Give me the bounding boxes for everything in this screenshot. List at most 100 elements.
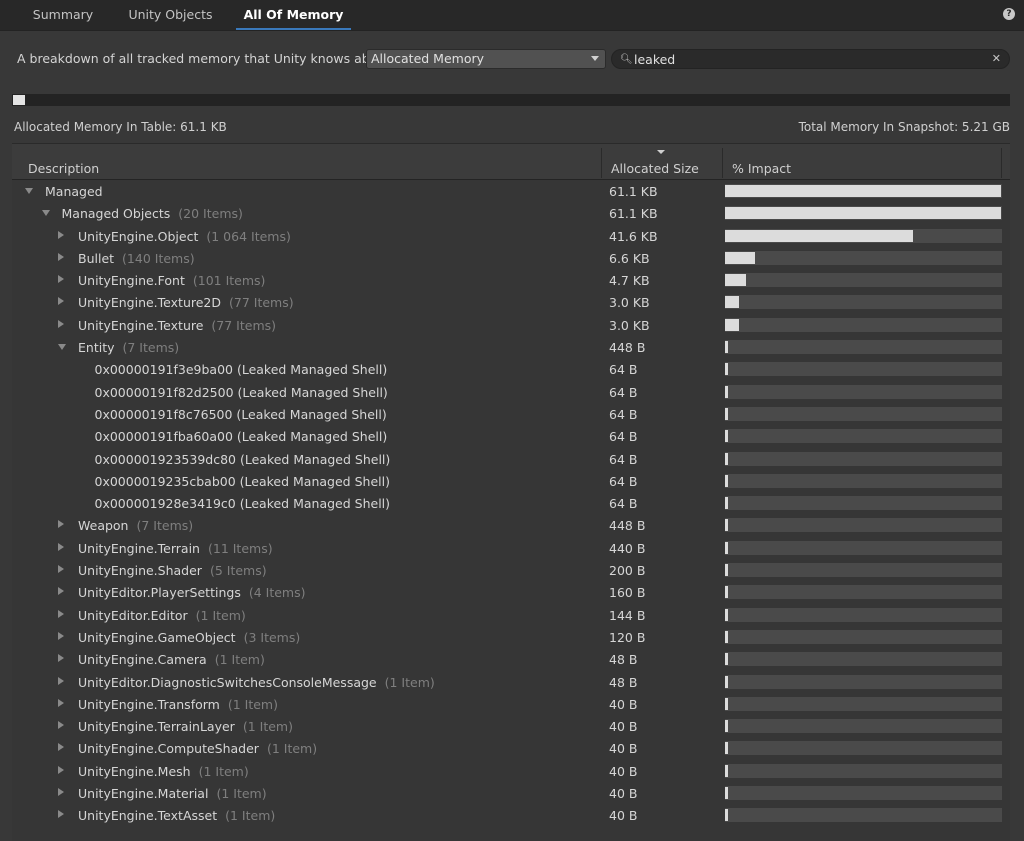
table-row[interactable]: UnityEngine.Terrain (11 Items) 440 B <box>12 537 1010 559</box>
row-description: 0x00000191f3e9ba00 (Leaked Managed Shell… <box>95 362 388 377</box>
column-divider[interactable] <box>1001 148 1002 178</box>
collapsed-arrow-icon[interactable] <box>58 319 64 328</box>
row-description: UnityEditor.Editor (1 Item) <box>78 608 246 623</box>
column-header-impact[interactable]: % Impact <box>732 161 791 176</box>
table-row[interactable]: Managed 61.1 KB <box>12 180 1010 202</box>
table-row[interactable]: Weapon (7 Items) 448 B <box>12 514 1010 536</box>
collapsed-arrow-icon[interactable] <box>58 252 64 261</box>
row-allocated-size: 120 B <box>609 629 646 645</box>
table-row[interactable]: Managed Objects (20 Items) 61.1 KB <box>12 202 1010 224</box>
sort-descending-icon <box>657 150 665 154</box>
impact-bar <box>725 206 1002 221</box>
table-row[interactable]: UnityEngine.TerrainLayer (1 Item) 40 B <box>12 715 1010 737</box>
collapsed-arrow-icon[interactable] <box>58 609 64 618</box>
impact-bar-fill <box>725 541 728 554</box>
row-name: UnityEngine.Shader <box>78 563 202 579</box>
row-item-count: (1 Item) <box>384 674 435 690</box>
row-item-count: (1 Item) <box>227 696 278 712</box>
row-name: 0x00000191fba60a00 (Leaked Managed Shell… <box>94 429 388 445</box>
table-row[interactable]: UnityEditor.DiagnosticSwitchesConsoleMes… <box>12 671 1010 693</box>
collapsed-arrow-icon[interactable] <box>58 520 64 529</box>
table-row[interactable]: Entity (7 Items) 448 B <box>12 336 1010 358</box>
row-name: UnityEditor.Editor <box>78 607 188 623</box>
column-header-allocated-size[interactable]: Allocated Size <box>611 161 699 176</box>
impact-bar-fill <box>725 341 728 354</box>
collapsed-arrow-icon[interactable] <box>58 565 64 574</box>
collapsed-arrow-icon[interactable] <box>58 297 64 306</box>
row-item-count: (11 Items) <box>207 540 273 556</box>
collapsed-arrow-icon[interactable] <box>58 698 64 707</box>
collapsed-arrow-icon[interactable] <box>58 765 64 774</box>
table-row[interactable]: UnityEngine.Material (1 Item) 40 B <box>12 782 1010 804</box>
expanded-arrow-icon[interactable] <box>25 188 33 194</box>
row-name: 0x00000191f3e9ba00 (Leaked Managed Shell… <box>94 362 388 378</box>
table-row[interactable]: UnityEngine.Camera (1 Item) 48 B <box>12 648 1010 670</box>
table-body: Managed 61.1 KB Managed Objects (20 Items) 6… <box>12 180 1010 827</box>
help-icon[interactable]: ? <box>1003 8 1015 20</box>
impact-bar-fill <box>725 363 728 376</box>
collapsed-arrow-icon[interactable] <box>58 542 64 551</box>
table-row[interactable]: UnityEditor.Editor (1 Item) 144 B <box>12 604 1010 626</box>
row-name: Weapon <box>78 518 129 534</box>
table-row[interactable]: UnityEditor.PlayerSettings (4 Items) 160 B <box>12 581 1010 603</box>
table-row[interactable]: UnityEngine.Object (1 064 Items) 41.6 KB <box>12 225 1010 247</box>
table-row[interactable]: UnityEngine.Transform (1 Item) 40 B <box>12 693 1010 715</box>
impact-bar-fill <box>725 497 728 510</box>
row-allocated-size: 41.6 KB <box>609 228 658 244</box>
tab-unity-objects[interactable]: Unity Objects <box>118 0 223 31</box>
dropdown-value: Allocated Memory <box>371 51 485 66</box>
table-row[interactable]: UnityEngine.GameObject (3 Items) 120 B <box>12 626 1010 648</box>
table-row[interactable]: 0x00000191f3e9ba00 (Leaked Managed Shell… <box>12 358 1010 380</box>
collapsed-arrow-icon[interactable] <box>58 721 64 730</box>
row-name: 0x00000191f8c76500 (Leaked Managed Shell… <box>94 406 387 422</box>
table-row[interactable]: 0x00000191f8c76500 (Leaked Managed Shell… <box>12 403 1010 425</box>
row-name: UnityEngine.Material <box>78 786 209 802</box>
row-allocated-size: 64 B <box>609 406 638 422</box>
search-input[interactable] <box>634 50 984 68</box>
collapsed-arrow-icon[interactable] <box>58 810 64 819</box>
table-row[interactable]: Bullet (140 Items) 6.6 KB <box>12 247 1010 269</box>
table-row[interactable]: 0x00000191fba60a00 (Leaked Managed Shell… <box>12 425 1010 447</box>
row-name: UnityEngine.TerrainLayer <box>78 719 235 735</box>
collapsed-arrow-icon[interactable] <box>58 587 64 596</box>
row-name: UnityEngine.ComputeShader <box>78 741 259 757</box>
expanded-arrow-icon[interactable] <box>41 210 50 217</box>
collapsed-arrow-icon[interactable] <box>58 676 64 685</box>
tab-summary[interactable]: Summary <box>22 0 104 31</box>
collapsed-arrow-icon[interactable] <box>58 654 64 663</box>
collapsed-arrow-icon[interactable] <box>58 230 64 239</box>
impact-bar <box>725 384 1002 399</box>
impact-bar-fill <box>725 519 728 532</box>
row-allocated-size: 40 B <box>609 741 638 757</box>
table-row[interactable]: UnityEngine.Font (101 Items) 4.7 KB <box>12 269 1010 291</box>
column-header-description[interactable]: Description <box>28 161 99 176</box>
column-divider[interactable] <box>601 148 602 178</box>
row-item-count: (1 Item) <box>266 741 318 757</box>
column-divider[interactable] <box>722 148 723 178</box>
table-row[interactable]: UnityEngine.Texture2D (77 Items) 3.0 KB <box>12 291 1010 313</box>
memory-type-dropdown[interactable]: Allocated Memory <box>366 49 606 69</box>
table-row[interactable]: 0x000001928e3419c0 (Leaked Managed Shell… <box>12 492 1010 514</box>
expanded-arrow-icon[interactable] <box>58 344 66 351</box>
collapsed-arrow-icon[interactable] <box>58 275 64 284</box>
table-row[interactable]: UnityEngine.Shader (5 Items) 200 B <box>12 559 1010 581</box>
table-row[interactable]: 0x0000019235cbab00 (Leaked Managed Shell… <box>12 470 1010 492</box>
row-item-count: (7 Items) <box>122 340 180 356</box>
table-row[interactable]: UnityEngine.ComputeShader (1 Item) 40 B <box>12 737 1010 759</box>
table-row[interactable]: UnityEngine.Mesh (1 Item) 40 B <box>12 760 1010 782</box>
impact-bar-fill <box>725 630 728 643</box>
table-row[interactable]: 0x00000191f82d2500 (Leaked Managed Shell… <box>12 381 1010 403</box>
collapsed-arrow-icon[interactable] <box>58 788 64 797</box>
table-row[interactable]: UnityEngine.TextAsset (1 Item) 40 B <box>12 804 1010 826</box>
table-row[interactable]: 0x000001923539dc80 (Leaked Managed Shell… <box>12 448 1010 470</box>
row-allocated-size: 440 B <box>609 540 646 556</box>
collapsed-arrow-icon[interactable] <box>58 631 64 640</box>
clear-icon[interactable]: ✕ <box>992 52 1001 65</box>
row-name: UnityEngine.Transform <box>78 696 220 712</box>
collapsed-arrow-icon[interactable] <box>58 743 64 752</box>
search-field[interactable]: 🔍︎ ✕ <box>611 49 1010 69</box>
table-row[interactable]: UnityEngine.Texture (77 Items) 3.0 KB <box>12 314 1010 336</box>
row-item-count: (1 Item) <box>198 763 249 779</box>
tab-all-of-memory[interactable]: All Of Memory <box>236 0 351 31</box>
impact-bar-fill <box>725 296 739 309</box>
